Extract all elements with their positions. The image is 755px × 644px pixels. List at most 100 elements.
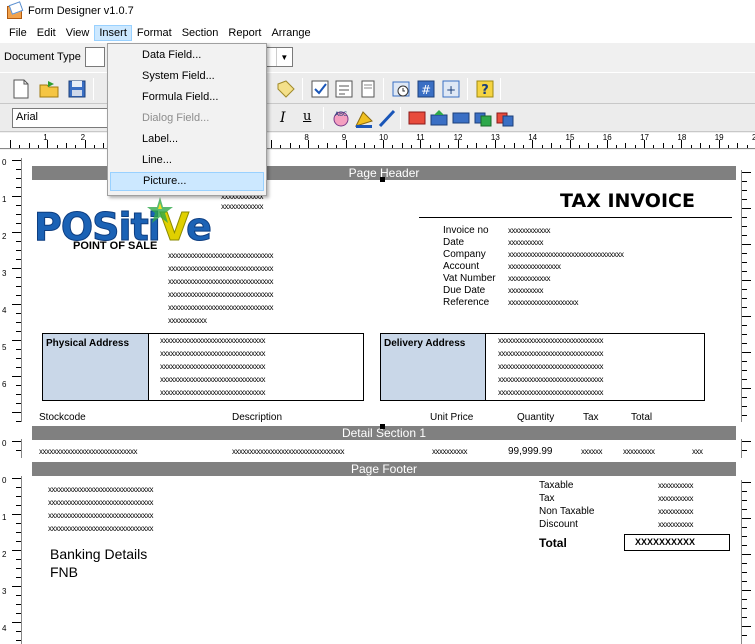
underline-button[interactable]: u xyxy=(303,109,311,124)
menu-section[interactable]: Section xyxy=(177,25,224,41)
detail-extra[interactable]: xxx xyxy=(692,447,703,456)
insert-line[interactable]: Line... xyxy=(110,151,264,170)
insert-label[interactable]: Label... xyxy=(110,130,264,149)
company-line[interactable]: xxxxxxxxxxxxxxxxxxxxxxxxxxxxxx xyxy=(168,277,274,286)
text-box-tool-icon[interactable] xyxy=(333,78,355,100)
spell-check-icon[interactable]: ABC xyxy=(330,107,352,129)
company-line[interactable]: xxxxxxxxxxxxxxxxxxxxxxxxxxxxxx xyxy=(168,251,274,260)
menu-file[interactable]: File xyxy=(4,25,32,41)
totals-value[interactable]: xxxxxxxxxx xyxy=(658,494,694,503)
document-tool-icon[interactable] xyxy=(357,78,379,100)
help-icon[interactable]: ? xyxy=(474,78,496,100)
column-header-description[interactable]: Description xyxy=(232,412,282,423)
send-to-back-icon[interactable] xyxy=(428,107,450,129)
font-name-combo[interactable]: Arial xyxy=(12,108,112,128)
physical-address-line[interactable]: xxxxxxxxxxxxxxxxxxxxxxxxxxxxxx xyxy=(160,362,266,371)
band-resize-handle[interactable] xyxy=(380,424,385,429)
totals-label[interactable]: Taxable xyxy=(539,480,573,491)
insert-picture[interactable]: Picture... xyxy=(110,172,264,191)
delivery-address-line[interactable]: xxxxxxxxxxxxxxxxxxxxxxxxxxxxxx xyxy=(498,362,604,371)
open-folder-icon[interactable] xyxy=(38,78,60,100)
physical-address-line[interactable]: xxxxxxxxxxxxxxxxxxxxxxxxxxxxxx xyxy=(160,336,266,345)
invoice-label[interactable]: Vat Number xyxy=(443,273,496,284)
menu-edit[interactable]: Edit xyxy=(32,25,61,41)
invoice-value[interactable]: xxxxxxxxxxxxxxxxxxxxxxxxxxxxxxxxx xyxy=(508,250,624,259)
invoice-label[interactable]: Company xyxy=(443,249,486,260)
totals-value[interactable]: xxxxxxxxxx xyxy=(658,507,694,516)
invoice-value[interactable]: xxxxxxxxxxxxxxxxxxxx xyxy=(508,298,579,307)
checkbox-tool-icon[interactable] xyxy=(309,78,331,100)
column-header-stockcode[interactable]: Stockcode xyxy=(39,412,86,423)
invoice-value[interactable]: xxxxxxxxxx xyxy=(508,286,544,295)
detail-section-band[interactable]: Detail Section 1 xyxy=(32,424,736,440)
column-header-tax[interactable]: Tax xyxy=(583,412,599,423)
menu-arrange[interactable]: Arrange xyxy=(266,25,315,41)
company-line[interactable]: xxxxxxxxxxxxxxxxxxxxxxxxxxxxxx xyxy=(168,290,274,299)
detail-tax[interactable]: xxxxxx xyxy=(581,447,603,456)
column-header-total[interactable]: Total xyxy=(631,412,652,423)
totals-value[interactable]: xxxxxxxxxx xyxy=(658,481,694,490)
group-icon[interactable] xyxy=(472,107,494,129)
invoice-title[interactable]: TAX INVOICE xyxy=(560,190,695,212)
invoice-label[interactable]: Reference xyxy=(443,297,489,308)
line-color-icon[interactable] xyxy=(376,107,398,129)
column-header-unit-price[interactable]: Unit Price xyxy=(430,412,473,423)
chevron-down-icon[interactable]: ▼ xyxy=(275,48,292,66)
new-document-icon[interactable] xyxy=(10,78,32,100)
document-type-combo[interactable] xyxy=(84,47,105,67)
delivery-address-line[interactable]: xxxxxxxxxxxxxxxxxxxxxxxxxxxxxx xyxy=(498,336,604,345)
detail-quantity[interactable]: 99,999.99 xyxy=(508,446,553,457)
totals-label[interactable]: Discount xyxy=(539,519,578,530)
physical-address-line[interactable]: xxxxxxxxxxxxxxxxxxxxxxxxxxxxxx xyxy=(160,388,266,397)
detail-description[interactable]: xxxxxxxxxxxxxxxxxxxxxxxxxxxxxxxx xyxy=(232,447,345,456)
page-count-icon[interactable]: + xyxy=(440,78,462,100)
label-tool-icon[interactable] xyxy=(275,78,297,100)
footer-line[interactable]: xxxxxxxxxxxxxxxxxxxxxxxxxxxxxx xyxy=(48,524,154,533)
menu-report[interactable]: Report xyxy=(223,25,266,41)
detail-total[interactable]: xxxxxxxxx xyxy=(623,447,655,456)
band-resize-handle[interactable] xyxy=(380,177,385,182)
total-label[interactable]: Total xyxy=(539,536,567,550)
calendar-time-icon[interactable] xyxy=(390,78,412,100)
invoice-value[interactable]: xxxxxxxxxxxx xyxy=(508,226,551,235)
insert-data-field[interactable]: Data Field... xyxy=(110,46,264,65)
menu-insert[interactable]: Insert xyxy=(94,24,132,41)
ungroup-icon[interactable] xyxy=(494,107,516,129)
company-line[interactable]: xxxxxxxxxxxx xyxy=(221,202,264,211)
page-number-icon[interactable]: # xyxy=(415,78,437,100)
detail-unit-price[interactable]: xxxxxxxxxx xyxy=(432,447,468,456)
company-line[interactable]: xxxxxxxxxxx xyxy=(168,316,207,325)
insert-system-field[interactable]: System Field... xyxy=(110,67,264,86)
banking-details-label[interactable]: Banking Details xyxy=(50,546,147,562)
delivery-address-line[interactable]: xxxxxxxxxxxxxxxxxxxxxxxxxxxxxx xyxy=(498,388,604,397)
physical-address-line[interactable]: xxxxxxxxxxxxxxxxxxxxxxxxxxxxxx xyxy=(160,375,266,384)
column-header-quantity[interactable]: Quantity xyxy=(517,412,554,423)
bank-name[interactable]: FNB xyxy=(50,564,78,580)
fill-color-icon[interactable] xyxy=(353,107,375,129)
invoice-label[interactable]: Date xyxy=(443,237,464,248)
invoice-label[interactable]: Account xyxy=(443,261,479,272)
detail-stockcode[interactable]: xxxxxxxxxxxxxxxxxxxxxxxxxxxx xyxy=(39,447,138,456)
invoice-value[interactable]: xxxxxxxxxx xyxy=(508,238,544,247)
delivery-address-line[interactable]: xxxxxxxxxxxxxxxxxxxxxxxxxxxxxx xyxy=(498,349,604,358)
delivery-address-line[interactable]: xxxxxxxxxxxxxxxxxxxxxxxxxxxxxx xyxy=(498,375,604,384)
footer-line[interactable]: xxxxxxxxxxxxxxxxxxxxxxxxxxxxxx xyxy=(48,511,154,520)
invoice-label[interactable]: Due Date xyxy=(443,285,485,296)
total-value-box[interactable]: XXXXXXXXXX xyxy=(624,534,730,551)
totals-label[interactable]: Tax xyxy=(539,493,555,504)
footer-line[interactable]: xxxxxxxxxxxxxxxxxxxxxxxxxxxxxx xyxy=(48,485,154,494)
totals-label[interactable]: Non Taxable xyxy=(539,506,594,517)
company-line[interactable]: xxxxxxxxxxxxxxxxxxxxxxxxxxxxxx xyxy=(168,264,274,273)
totals-value[interactable]: xxxxxxxxxx xyxy=(658,520,694,529)
page-footer-band[interactable]: Page Footer xyxy=(32,462,736,476)
invoice-value[interactable]: xxxxxxxxxxxxxxx xyxy=(508,262,561,271)
align-icon[interactable] xyxy=(450,107,472,129)
physical-address-line[interactable]: xxxxxxxxxxxxxxxxxxxxxxxxxxxxxx xyxy=(160,349,266,358)
save-icon[interactable] xyxy=(66,78,88,100)
italic-button[interactable]: I xyxy=(280,110,286,126)
invoice-value[interactable]: xxxxxxxxxxxx xyxy=(508,274,551,283)
footer-line[interactable]: xxxxxxxxxxxxxxxxxxxxxxxxxxxxxx xyxy=(48,498,154,507)
title-underline[interactable] xyxy=(419,217,732,218)
insert-formula-field[interactable]: Formula Field... xyxy=(110,88,264,107)
menu-view[interactable]: View xyxy=(61,25,95,41)
